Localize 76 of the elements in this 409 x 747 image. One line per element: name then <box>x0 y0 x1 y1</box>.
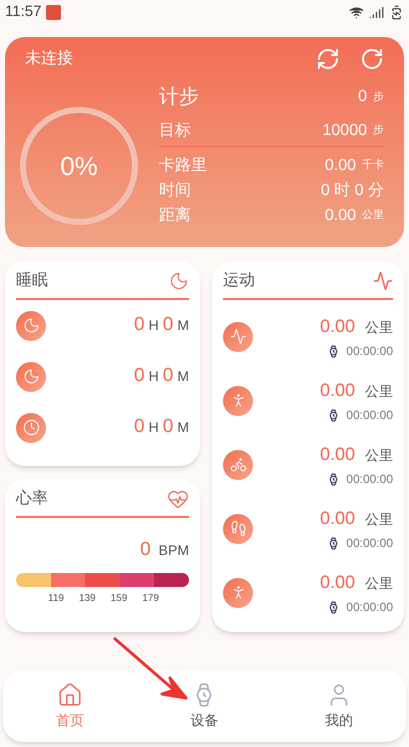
watch-icon <box>327 536 340 550</box>
moon-icon <box>169 271 189 291</box>
wifi-icon <box>349 5 364 20</box>
connection-status: 未连接 <box>25 48 73 69</box>
moon-icon <box>16 362 46 392</box>
refresh-button[interactable] <box>360 47 384 71</box>
stat-value: 0 <box>358 87 367 107</box>
hours-unit: H <box>148 367 159 386</box>
progress-percent: 0% <box>60 150 98 182</box>
stat-unit: 公里 <box>362 208 384 224</box>
distance-unit: 公里 <box>365 382 393 401</box>
stat-unit: 步 <box>373 90 384 105</box>
sport-duration: 00:00:00 <box>346 599 393 616</box>
moon-icon <box>16 310 46 340</box>
distance-unit: 公里 <box>365 510 393 529</box>
bicycle-icon <box>223 450 253 480</box>
sleep-minutes: 0 <box>162 415 174 440</box>
sport-distance: 0.00 <box>320 315 355 338</box>
sleep-minutes: 0 <box>162 364 174 388</box>
distance-unit: 公里 <box>365 574 393 593</box>
stat-label: 卡路里 <box>159 156 207 176</box>
heart-pulse-icon <box>167 488 189 510</box>
sync-button[interactable] <box>316 47 340 71</box>
sport-duration: 00:00:00 <box>346 471 393 488</box>
watch-icon <box>327 344 340 358</box>
stat-value: 0 时 0 分 <box>320 180 384 200</box>
sport-distance: 0.00 <box>320 443 355 466</box>
watch-icon <box>327 408 340 422</box>
distance-unit: 公里 <box>365 446 393 465</box>
nav-tab[interactable]: 我的 <box>272 670 406 742</box>
zone-tick-label: 119 <box>48 592 64 606</box>
hours-unit: H <box>148 316 159 335</box>
stat-label: 时间 <box>159 180 191 200</box>
battery-icon <box>389 5 404 20</box>
stat-label: 距离 <box>159 206 191 226</box>
zone-tick-label: 159 <box>110 592 128 606</box>
nav-tab[interactable]: 设备 <box>137 670 272 742</box>
heart-rate-unit: BPM <box>158 541 189 560</box>
watch-icon <box>327 472 340 486</box>
stat-value: 10000 <box>322 120 367 140</box>
sleep-minutes: 0 <box>162 313 174 338</box>
stat-unit: 千卡 <box>362 158 384 174</box>
standing-figure-icon <box>223 578 253 608</box>
card-title: 心率 <box>16 488 48 509</box>
hours-unit: H <box>148 418 159 437</box>
sleep-hours: 0 <box>134 313 145 338</box>
sport-duration: 00:00:00 <box>346 407 393 424</box>
sport-distance: 0.00 <box>320 507 355 530</box>
sport-distance: 0.00 <box>320 571 355 594</box>
home-icon <box>57 682 84 708</box>
sleep-hours: 0 <box>134 415 145 440</box>
minutes-unit: M <box>177 316 189 335</box>
sport-duration: 00:00:00 <box>346 535 393 552</box>
stat-value: 0.00 <box>324 206 356 226</box>
heart-rate-value: 0 <box>140 538 151 562</box>
footprints-icon <box>223 514 253 544</box>
app-notification-icon <box>46 5 62 20</box>
signal-icon <box>369 5 384 20</box>
sport-duration: 00:00:00 <box>346 343 393 360</box>
watch-icon <box>327 600 340 614</box>
card-title: 运动 <box>223 271 255 291</box>
minutes-unit: M <box>177 367 189 386</box>
walking-figure-icon <box>223 386 253 416</box>
stat-unit: 步 <box>373 123 384 138</box>
zone-tick-label: 139 <box>78 592 96 606</box>
stat-value: 0.00 <box>324 156 356 176</box>
clock-icon <box>16 412 46 442</box>
sleep-hours: 0 <box>134 364 145 388</box>
stat-label: 目标 <box>159 120 191 140</box>
stat-label: 计步 <box>159 85 199 110</box>
distance-unit: 公里 <box>365 318 393 337</box>
minutes-unit: M <box>177 418 189 437</box>
sport-distance: 0.00 <box>320 379 355 402</box>
zone-tick-label: 179 <box>142 592 159 606</box>
card-title: 睡眠 <box>16 270 48 291</box>
status-time: 11:57 <box>5 2 42 22</box>
